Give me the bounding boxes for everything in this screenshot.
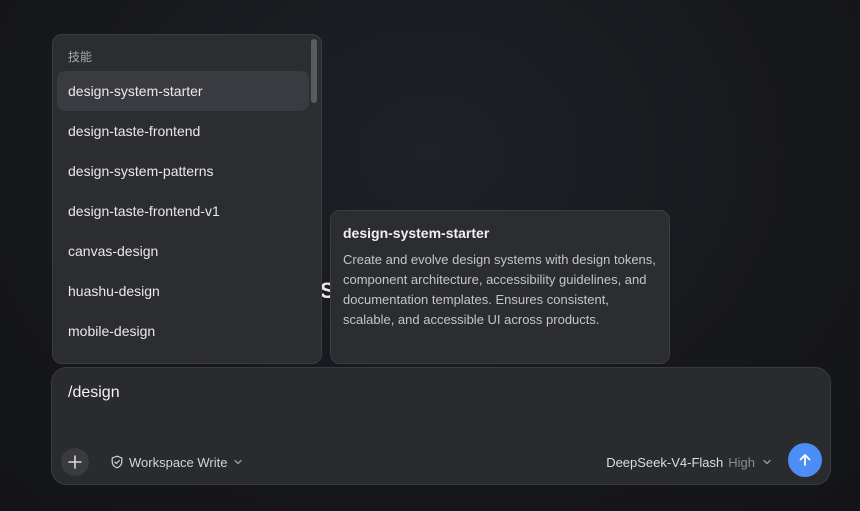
shield-check-icon bbox=[111, 455, 123, 469]
model-effort-level: High bbox=[728, 454, 755, 470]
skill-item-design-taste-frontend-v1[interactable]: design-taste-frontend-v1 bbox=[57, 191, 309, 231]
skill-detail-card: design-system-starter Create and evolve … bbox=[330, 210, 670, 364]
add-attachment-button[interactable] bbox=[61, 448, 89, 476]
permission-label: Workspace Write bbox=[129, 454, 228, 470]
skill-item-design-system-starter[interactable]: design-system-starter bbox=[57, 71, 309, 111]
prompt-input[interactable] bbox=[68, 384, 768, 402]
skill-item-design-taste-frontend[interactable]: design-taste-frontend bbox=[57, 111, 309, 151]
skills-list: design-system-starter design-taste-front… bbox=[57, 71, 309, 351]
skill-detail-description: Create and evolve design systems with de… bbox=[343, 252, 656, 327]
skill-detail-title: design-system-starter bbox=[343, 225, 490, 241]
skill-item-canvas-design[interactable]: canvas-design bbox=[57, 231, 309, 271]
chevron-down-icon bbox=[233, 459, 242, 465]
skill-item-design-system-patterns[interactable]: design-system-patterns bbox=[57, 151, 309, 191]
skills-section-label: 技能 bbox=[68, 50, 93, 64]
skills-popup: 技能 design-system-starter design-taste-fr… bbox=[52, 34, 322, 364]
model-name: DeepSeek-V4-Flash bbox=[606, 454, 724, 470]
skill-item-mobile-design[interactable]: mobile-design bbox=[57, 311, 309, 351]
arrow-up-icon bbox=[799, 454, 811, 466]
model-selector[interactable]: DeepSeek-V4-Flash High bbox=[606, 452, 772, 472]
skills-scrollbar[interactable] bbox=[311, 39, 317, 361]
skill-item-huashu-design[interactable]: huashu-design bbox=[57, 271, 309, 311]
permission-dropdown[interactable]: Workspace Write bbox=[110, 452, 243, 472]
plus-icon bbox=[68, 455, 82, 469]
chevron-down-icon bbox=[763, 459, 771, 465]
skills-scrollbar-thumb[interactable] bbox=[311, 39, 317, 103]
send-button[interactable] bbox=[788, 443, 822, 477]
composer: Workspace Write DeepSeek-V4-Flash High bbox=[51, 367, 831, 485]
app-root: S 技能 design-system-starter design-taste-… bbox=[0, 0, 860, 511]
